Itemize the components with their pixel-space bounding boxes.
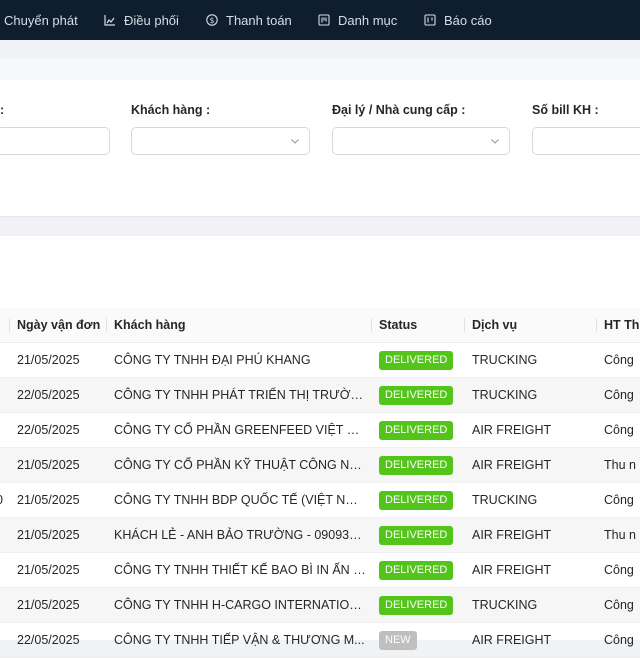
catalog-icon bbox=[318, 14, 330, 26]
payment-method-cell: Thu n bbox=[604, 458, 636, 472]
column-separator bbox=[9, 318, 10, 332]
customer-cell: CÔNG TY CỔ PHẦN GREENFEED VIỆT NAM bbox=[114, 423, 366, 437]
filter-label-first: : bbox=[0, 103, 5, 117]
status-badge: DELIVERED bbox=[379, 351, 454, 370]
table-header: Ngày vận đơn Khách hàng Status Dịch vụ H… bbox=[0, 308, 640, 343]
column-header-khach-hang[interactable]: Khách hàng bbox=[114, 308, 186, 342]
nav-item-bao-cao[interactable]: Báo cáo bbox=[424, 0, 492, 40]
nav-label: Chuyển phát bbox=[4, 12, 78, 28]
customer-cell: CÔNG TY TNHH H-CARGO INTERNATION... bbox=[114, 598, 366, 612]
date-cell: 22/05/2025 bbox=[17, 633, 80, 647]
column-separator bbox=[596, 318, 597, 332]
nav-label: Danh mục bbox=[338, 12, 398, 28]
date-cell: 22/05/2025 bbox=[17, 423, 80, 437]
payment-method-cell: Thu n bbox=[604, 528, 636, 542]
service-cell: AIR FREIGHT bbox=[472, 458, 552, 472]
service-cell: TRUCKING bbox=[472, 598, 538, 612]
dollar-circle-icon: $ bbox=[206, 14, 218, 26]
chevron-down-icon bbox=[490, 136, 500, 146]
filter-panel-header bbox=[0, 58, 640, 80]
customer-cell: CÔNG TY TNHH PHÁT TRIỂN THỊ TRƯỜN... bbox=[114, 388, 366, 402]
agent-select[interactable] bbox=[332, 127, 510, 155]
agent-filter-label: Đại lý / Nhà cung cấp : bbox=[332, 103, 466, 117]
date-cell: 21/05/2025 bbox=[17, 493, 80, 507]
column-separator bbox=[371, 318, 372, 332]
date-cell: 21/05/2025 bbox=[17, 598, 80, 612]
status-badge: NEW bbox=[379, 631, 417, 650]
customer-cell: CÔNG TY CỔ PHẦN KỸ THUẬT CÔNG NG... bbox=[114, 458, 366, 472]
payment-method-cell: Công bbox=[604, 563, 634, 577]
date-cell: 21/05/2025 bbox=[17, 563, 80, 577]
column-header-dich-vu[interactable]: Dịch vụ bbox=[472, 308, 517, 342]
column-separator bbox=[464, 318, 465, 332]
customer-cell: KHÁCH LẺ - ANH BẢO TRƯỜNG - 090932... bbox=[114, 528, 366, 542]
column-separator bbox=[106, 318, 107, 332]
table-row[interactable]: 21/05/2025 CÔNG TY TNHH ĐẠI PHÚ KHANG DELI… bbox=[0, 343, 640, 378]
payment-method-cell: Công bbox=[604, 633, 634, 647]
bill-filter-label: Số bill KH : bbox=[532, 103, 599, 117]
status-badge: DELIVERED bbox=[379, 491, 454, 510]
report-icon bbox=[424, 14, 436, 26]
customer-cell: CÔNG TY TNHH ĐẠI PHÚ KHANG bbox=[114, 353, 311, 367]
service-cell: AIR FREIGHT bbox=[472, 528, 552, 542]
date-cell: 21/05/2025 bbox=[17, 528, 80, 542]
nav-item-dieu-phoi[interactable]: Điều phối bbox=[104, 0, 179, 40]
table-row[interactable]: 22/05/2025 CÔNG TY TNHH PHÁT TRIỂN THỊ TR… bbox=[0, 378, 640, 413]
column-header-ht-thanh-toan[interactable]: HT Th bbox=[604, 308, 640, 342]
customer-select[interactable] bbox=[131, 127, 310, 155]
service-cell: TRUCKING bbox=[472, 493, 538, 507]
payment-method-cell: Công bbox=[604, 423, 634, 437]
chart-icon bbox=[104, 14, 116, 26]
payment-method-cell: Công bbox=[604, 353, 634, 367]
table-row[interactable]: 21/05/2025 KHÁCH LẺ - ANH BẢO TRƯỜNG - 09… bbox=[0, 518, 640, 553]
table-row[interactable]: 21/05/2025 CÔNG TY CỔ PHẦN KỸ THUẬT CÔNG … bbox=[0, 448, 640, 483]
table-row[interactable]: 22/05/2025 CÔNG TY TNHH TIẾP VẬN & THƯƠNG… bbox=[0, 623, 640, 658]
date-cell: 21/05/2025 bbox=[17, 353, 80, 367]
date-cell: 21/05/2025 bbox=[17, 458, 80, 472]
nav-item-danh-muc[interactable]: Danh mục bbox=[318, 0, 397, 40]
status-badge: DELIVERED bbox=[379, 456, 454, 475]
customer-cell: CÔNG TY TNHH BDP QUỐC TẾ (VIỆT NAM) bbox=[114, 493, 366, 507]
nav-label: Điều phối bbox=[124, 12, 179, 28]
status-badge: DELIVERED bbox=[379, 421, 454, 440]
table-row[interactable]: 0 21/05/2025 CÔNG TY TNHH BDP QUỐC TẾ (VIỆ… bbox=[0, 483, 640, 518]
status-badge: DELIVERED bbox=[379, 596, 454, 615]
nav-label: Báo cáo bbox=[444, 12, 492, 28]
chevron-down-icon bbox=[290, 136, 300, 146]
payment-method-cell: Công bbox=[604, 598, 634, 612]
service-cell: TRUCKING bbox=[472, 388, 538, 402]
shipment-table: Ngày vận đơn Khách hàng Status Dịch vụ H… bbox=[0, 236, 640, 658]
column-header-status[interactable]: Status bbox=[379, 308, 417, 342]
status-badge: DELIVERED bbox=[379, 386, 454, 405]
status-badge: DELIVERED bbox=[379, 561, 454, 580]
payment-method-cell: Công bbox=[604, 388, 634, 402]
table-row[interactable]: 21/05/2025 CÔNG TY TNHH THIẾT KẾ BAO BÌ I… bbox=[0, 553, 640, 588]
table-row[interactable]: 21/05/2025 CÔNG TY TNHH H-CARGO INTERNATI… bbox=[0, 588, 640, 623]
svg-text:$: $ bbox=[210, 16, 215, 25]
nav-item-thanh-toan[interactable]: $ Thanh toán bbox=[206, 0, 292, 40]
date-cell: 22/05/2025 bbox=[17, 388, 80, 402]
customer-cell: CÔNG TY TNHH TIẾP VẬN & THƯƠNG M... bbox=[114, 633, 365, 647]
column-header-ngay-van-don[interactable]: Ngày vận đơn bbox=[17, 308, 100, 342]
top-navigation-bar: Chuyển phát Điều phối $ Thanh toán Danh … bbox=[0, 0, 640, 40]
customer-filter-label: Khách hàng : bbox=[131, 103, 211, 117]
filter-panel: : Khách hàng : Đại lý / Nhà cung cấp : S… bbox=[0, 58, 640, 217]
nav-item-chuyen-phat[interactable]: Chuyển phát bbox=[4, 0, 78, 40]
nav-label: Thanh toán bbox=[226, 12, 292, 28]
table-row[interactable]: 22/05/2025 CÔNG TY CỔ PHẦN GREENFEED VIỆT… bbox=[0, 413, 640, 448]
status-badge: DELIVERED bbox=[379, 526, 454, 545]
customer-cell: CÔNG TY TNHH THIẾT KẾ BAO BÌ IN ẤN B... bbox=[114, 563, 366, 577]
row-lead-cell: 0 bbox=[0, 483, 3, 517]
service-cell: AIR FREIGHT bbox=[472, 563, 552, 577]
payment-method-cell: Công bbox=[604, 493, 634, 507]
bill-number-input[interactable] bbox=[532, 127, 640, 155]
service-cell: AIR FREIGHT bbox=[472, 423, 552, 437]
service-cell: AIR FREIGHT bbox=[472, 633, 552, 647]
first-filter-input[interactable] bbox=[0, 127, 110, 155]
service-cell: TRUCKING bbox=[472, 353, 538, 367]
